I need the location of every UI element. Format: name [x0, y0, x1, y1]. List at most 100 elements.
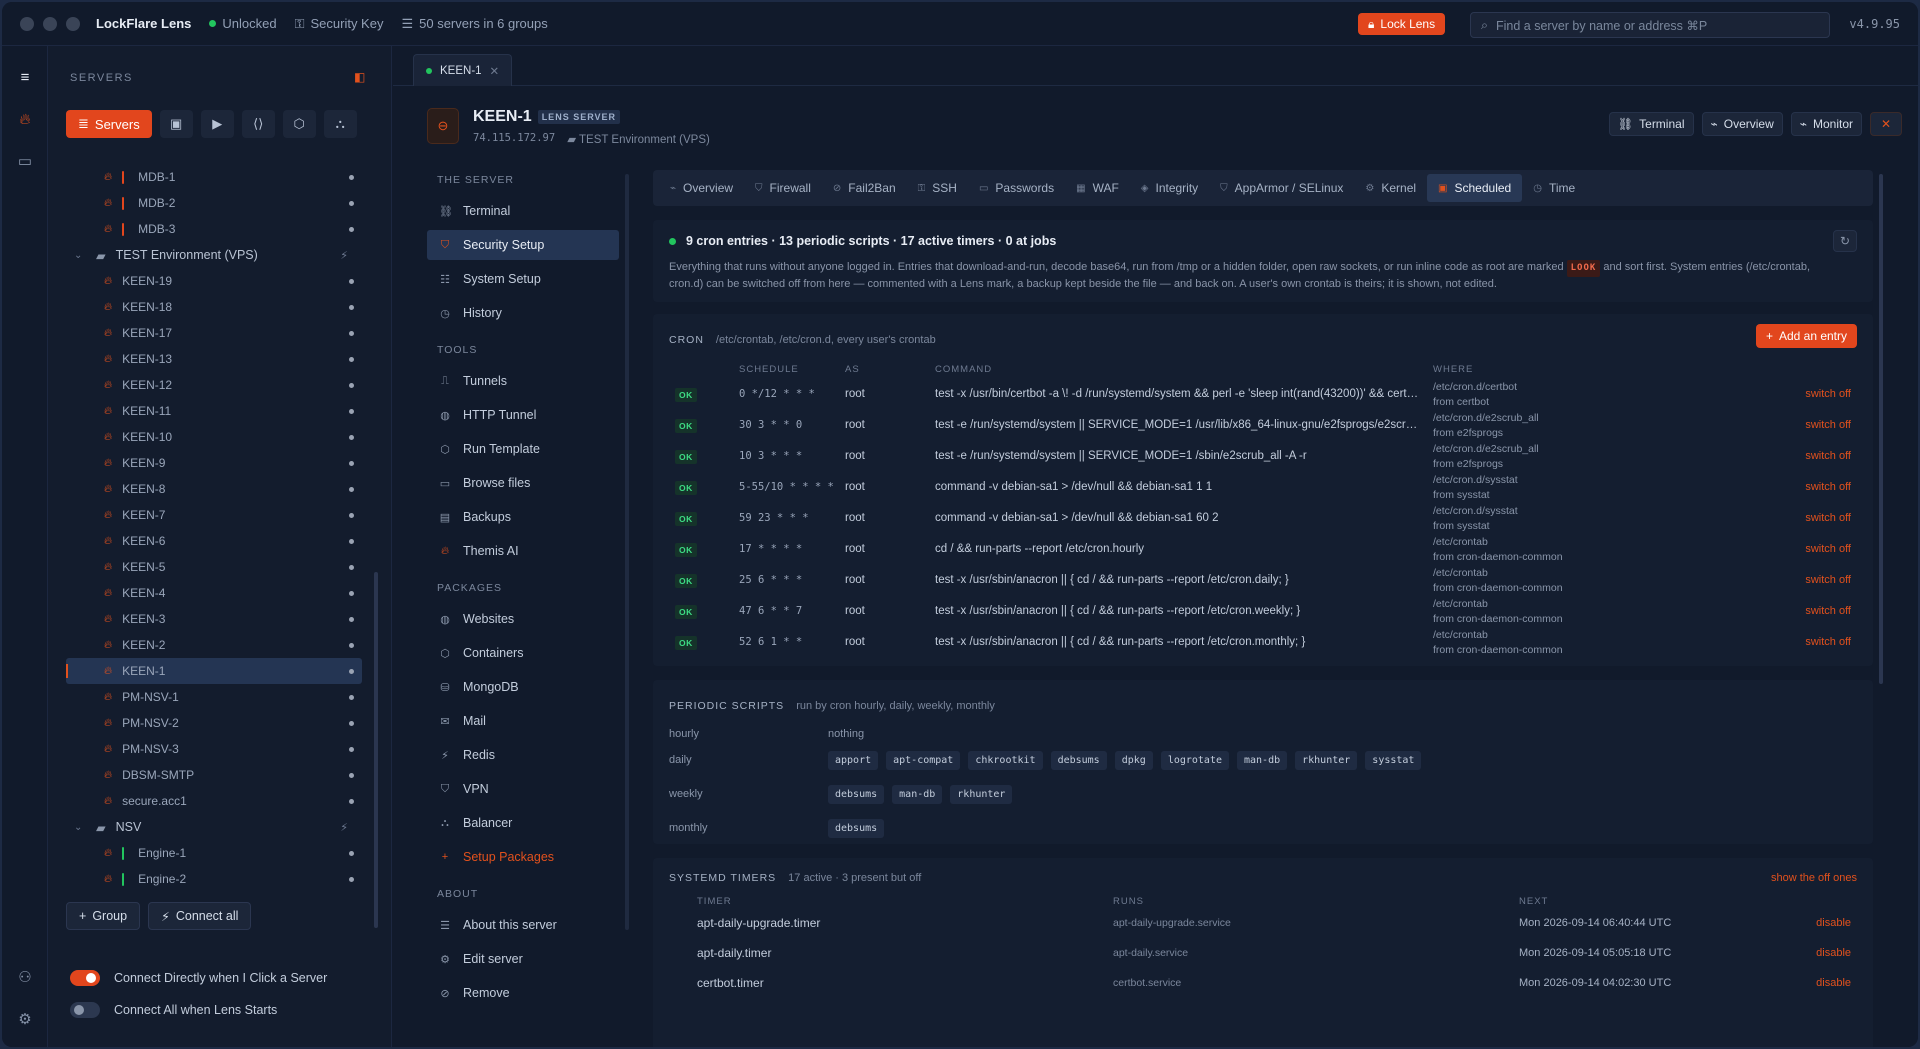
- tab-scheduled[interactable]: ▣ Scheduled: [1427, 174, 1523, 202]
- tree-server[interactable]: 🔥︎ KEEN-8: [66, 476, 362, 502]
- subnav-setup-packages[interactable]: + Setup Packages: [427, 842, 619, 872]
- tab-kernel[interactable]: ⚙ Kernel: [1354, 174, 1427, 202]
- tab-servers[interactable]: ≣ Servers: [66, 110, 152, 138]
- tree-group[interactable]: ⌄ ▰ TEST Environment (VPS) ⚡︎: [66, 242, 362, 268]
- tree-server[interactable]: 🔥︎ KEEN-7: [66, 502, 362, 528]
- tree-server[interactable]: 🔥︎ KEEN-3: [66, 606, 362, 632]
- tab-apparmor-selinux[interactable]: ⛉ AppArmor / SELinux: [1209, 174, 1354, 202]
- tree-server[interactable]: 🔥︎ Engine-1: [66, 840, 362, 866]
- subnav-history[interactable]: ◷ History: [427, 298, 619, 328]
- toggle-connect-all-start[interactable]: Connect All when Lens Starts: [70, 1002, 277, 1018]
- settings-gear-icon[interactable]: ⚙: [14, 1008, 36, 1030]
- tab-ssh[interactable]: ⚿ SSH: [907, 174, 968, 202]
- tab-overview[interactable]: ⌁ Overview: [659, 174, 744, 202]
- tree-server[interactable]: 🔥︎ PM-NSV-2: [66, 710, 362, 736]
- disable-link[interactable]: disable: [1816, 947, 1851, 959]
- tab-waf[interactable]: ▦ WAF: [1065, 174, 1130, 202]
- tree-server[interactable]: 🔥︎ secure.acc1: [66, 788, 362, 814]
- sidebar-scrollbar[interactable]: [374, 572, 378, 928]
- users-rail-icon[interactable]: ⚇: [14, 966, 36, 988]
- tree-server[interactable]: 🔥︎ MDB-1: [66, 164, 362, 190]
- tree-server[interactable]: 🔥︎ KEEN-5: [66, 554, 362, 580]
- switch-off-link[interactable]: switch off: [1805, 419, 1851, 431]
- tab-network-icon[interactable]: ⛬: [323, 110, 357, 138]
- tree-server[interactable]: 🔥︎ KEEN-19: [66, 268, 362, 294]
- tree-server[interactable]: 🔥︎ PM-NSV-3: [66, 736, 362, 762]
- tab-package-icon[interactable]: ⬡: [282, 110, 316, 138]
- subnav-themis-ai[interactable]: 🔥︎ Themis AI: [427, 536, 619, 566]
- tree-server[interactable]: 🔥︎ PM-NSV-1: [66, 684, 362, 710]
- subnav-about-server[interactable]: ☰ About this server: [427, 910, 619, 940]
- switch-off-link[interactable]: switch off: [1805, 388, 1851, 400]
- subnav-remove[interactable]: ⊘ Remove: [427, 978, 619, 1008]
- toggle-connect-directly[interactable]: Connect Directly when I Click a Server: [70, 970, 327, 986]
- subnav-run-template[interactable]: ⬡ Run Template: [427, 434, 619, 464]
- tree-server[interactable]: 🔥︎ KEEN-4: [66, 580, 362, 606]
- tab-integrity[interactable]: ◈ Integrity: [1130, 174, 1209, 202]
- tree-server[interactable]: 🔥︎ MDB-2: [66, 190, 362, 216]
- connect-all-button[interactable]: ⚡︎ Connect all: [148, 902, 252, 930]
- tree-server[interactable]: 🔥︎ KEEN-13: [66, 346, 362, 372]
- subnav-browse-files[interactable]: ▭ Browse files: [427, 468, 619, 498]
- subnav-security-setup[interactable]: ⛉ Security Setup: [427, 230, 619, 260]
- flame-rail-icon[interactable]: 🔥︎: [14, 108, 36, 130]
- tree-server[interactable]: 🔥︎ DBSM-SMTP: [66, 762, 362, 788]
- servers-rail-icon[interactable]: ≡: [14, 66, 36, 88]
- subnav-edit-server[interactable]: ⚙ Edit server: [427, 944, 619, 974]
- tree-server[interactable]: 🔥︎ KEEN-18: [66, 294, 362, 320]
- toggle-switch[interactable]: [70, 1002, 100, 1018]
- bolt-icon[interactable]: ⚡︎: [340, 821, 348, 834]
- switch-off-link[interactable]: switch off: [1805, 450, 1851, 462]
- tab-firewall[interactable]: ⛉ Firewall: [744, 174, 822, 202]
- switch-off-link[interactable]: switch off: [1805, 574, 1851, 586]
- tree-server[interactable]: 🔥︎ KEEN-1: [66, 658, 362, 684]
- subnav-balancer[interactable]: ⛬ Balancer: [427, 808, 619, 838]
- tab-terminal-icon[interactable]: ▣: [159, 110, 193, 138]
- zoom-window-button[interactable]: [66, 16, 80, 31]
- tree-server[interactable]: 🔥︎ KEEN-11: [66, 398, 362, 424]
- tree-group[interactable]: ⌄ ▰ NSV ⚡︎: [66, 814, 362, 840]
- subnav-containers[interactable]: ⬡ Containers: [427, 638, 619, 668]
- switch-off-link[interactable]: switch off: [1805, 512, 1851, 524]
- subnav-tunnels[interactable]: ⎍ Tunnels: [427, 366, 619, 396]
- switch-off-link[interactable]: switch off: [1805, 481, 1851, 493]
- security-key-indicator[interactable]: ⚿ Security Key: [295, 16, 384, 32]
- close-tab-icon[interactable]: ✕: [490, 64, 500, 78]
- bolt-icon[interactable]: ⚡︎: [340, 249, 348, 262]
- tab-time[interactable]: ◷ Time: [1522, 174, 1586, 202]
- add-group-button[interactable]: + Group: [66, 902, 141, 930]
- switch-off-link[interactable]: switch off: [1805, 605, 1851, 617]
- lock-lens-button[interactable]: 🔒︎ Lock Lens: [1358, 13, 1446, 35]
- switch-off-link[interactable]: switch off: [1805, 636, 1851, 648]
- tab-keen-1[interactable]: KEEN-1 ✕: [413, 54, 513, 86]
- toggle-switch[interactable]: [70, 970, 100, 986]
- subnav-redis[interactable]: ⚡︎ Redis: [427, 740, 619, 770]
- collapse-sidebar-icon[interactable]: ◧: [354, 70, 365, 84]
- disable-link[interactable]: disable: [1816, 977, 1851, 989]
- refresh-button[interactable]: ↻: [1833, 230, 1857, 252]
- close-server-button[interactable]: ✕: [1870, 112, 1902, 136]
- subnav-backups[interactable]: ▤ Backups: [427, 502, 619, 532]
- tab-run-icon[interactable]: ▶: [200, 110, 234, 138]
- tree-server[interactable]: 🔥︎ KEEN-2: [66, 632, 362, 658]
- subnav-system-setup[interactable]: ☷ System Setup: [427, 264, 619, 294]
- close-window-button[interactable]: [20, 16, 34, 31]
- tree-server[interactable]: 🔥︎ KEEN-6: [66, 528, 362, 554]
- folder-rail-icon[interactable]: ▭: [14, 150, 36, 172]
- tab-code-icon[interactable]: ⟨⟩: [241, 110, 275, 138]
- tree-server[interactable]: 🔥︎ Engine-2: [66, 866, 362, 892]
- server-search-input[interactable]: ⌕ Find a server by name or address ⌘P: [1470, 12, 1830, 38]
- subnav-websites[interactable]: ◍ Websites: [427, 604, 619, 634]
- subnav-scrollbar[interactable]: [625, 174, 629, 930]
- switch-off-link[interactable]: switch off: [1805, 543, 1851, 555]
- add-entry-button[interactable]: + Add an entry: [1755, 324, 1857, 348]
- subnav-terminal[interactable]: ⛓︎ Terminal: [427, 196, 619, 226]
- overview-button[interactable]: ⌁ Overview: [1701, 112, 1783, 136]
- content-scrollbar[interactable]: [1879, 174, 1883, 684]
- subnav-mongodb[interactable]: ⛁ MongoDB: [427, 672, 619, 702]
- tree-server[interactable]: 🔥︎ MDB-3: [66, 216, 362, 242]
- tree-server[interactable]: 🔥︎ KEEN-17: [66, 320, 362, 346]
- subnav-vpn[interactable]: ⛉ VPN: [427, 774, 619, 804]
- tree-server[interactable]: 🔥︎ KEEN-10: [66, 424, 362, 450]
- tab-passwords[interactable]: ▭ Passwords: [968, 174, 1065, 202]
